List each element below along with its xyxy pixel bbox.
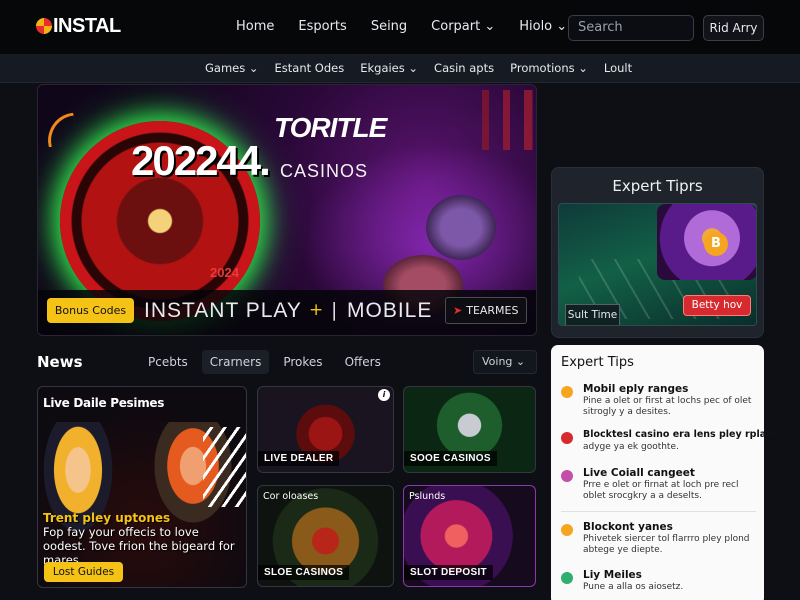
tip-body: Pune a alla os aiosetz. xyxy=(583,582,684,592)
nav-item-hiolo[interactable]: Hiolo ⌄ xyxy=(519,19,567,34)
card-label: SLOT DEPOSIT xyxy=(404,565,493,580)
tips-title: Expert Tips xyxy=(561,355,634,370)
hero-bars-graphic xyxy=(468,90,536,150)
salt-time-button[interactable]: Sult Time xyxy=(565,304,620,325)
main-nav: Home Esports Seing Corpart ⌄ Hiolo ⌄ xyxy=(236,19,567,34)
bullet-icon xyxy=(561,572,573,584)
search-input[interactable]: Search xyxy=(568,15,694,41)
teams-button[interactable]: ➤ TEARMES xyxy=(445,297,527,324)
subnav-item-estant-odes[interactable]: Estant Odes xyxy=(275,61,345,75)
mobile-text: MOBILE xyxy=(347,299,433,322)
hero-year: 202244. xyxy=(131,137,271,184)
expert-card-image: B Sult Time Betty hov xyxy=(558,203,757,326)
chips-stack-icon xyxy=(426,195,496,260)
news-card-highlight: Trent pley uptones xyxy=(43,511,171,525)
hero-banner[interactable]: TORITLE 202244. CASINOS 2024 Bonus Codes… xyxy=(37,84,537,336)
tip-body: Phivetek siercer tol flarrro pley plond … xyxy=(583,534,750,555)
filter-crarners[interactable]: Crarners xyxy=(201,350,270,374)
instant-play-text: INSTANT PLAY xyxy=(144,299,302,322)
subnav-item-casin-apts[interactable]: Casin apts xyxy=(434,61,494,75)
divider: | xyxy=(331,299,338,321)
top-bar: INSTAL Home Esports Seing Corpart ⌄ Hiol… xyxy=(0,0,800,55)
card-label: SLOE CASINOS xyxy=(258,565,350,580)
news-card-sloe-casinos[interactable]: Cor oloases SLOE CASINOS xyxy=(257,485,394,587)
signal-icon xyxy=(43,112,79,148)
signin-button[interactable]: Rid Arry xyxy=(703,15,764,41)
info-icon[interactable]: i xyxy=(378,389,390,401)
tip-heading: Blocktesl casino era lens pley rplard xyxy=(583,429,778,440)
stripes-graphic xyxy=(203,427,246,507)
lost-guides-button[interactable]: Lost Guides xyxy=(44,562,123,582)
tip-heading: Mobil eply ranges xyxy=(583,383,689,395)
news-card-live-daile[interactable]: Live Daile Pesimes Trent pley uptones Fo… xyxy=(37,386,247,588)
card-label: LIVE DEALER xyxy=(258,451,340,466)
divider xyxy=(561,511,756,512)
bitcoin-icon: B xyxy=(704,232,728,256)
bullet-icon xyxy=(561,524,573,536)
nav-item-corpart[interactable]: Corpart ⌄ xyxy=(431,19,495,34)
hero-title: TORITLE xyxy=(274,112,387,143)
expert-tips-panel: Expert Tips Mobil eply ranges Pine a ole… xyxy=(551,345,778,600)
sub-nav: Games ⌄ Estant Odes Ekgaies ⌄ Casin apts… xyxy=(0,55,800,83)
tip-body: Prre e olet or firnat at loch pre recl o… xyxy=(583,480,739,501)
tip-heading: Blockont yanes xyxy=(583,521,673,533)
news-filters: Pcebts Crarners Prokes Offers xyxy=(140,350,389,374)
news-card-title: Live Daile Pesimes xyxy=(43,396,165,410)
card-top-caption: Pslunds xyxy=(409,491,446,502)
subnav-item-loult[interactable]: Loult xyxy=(604,61,632,75)
sort-dropdown[interactable]: Voing ⌄ xyxy=(473,350,537,374)
news-heading: News xyxy=(37,353,83,371)
nav-item-home[interactable]: Home xyxy=(236,19,274,34)
bullet-icon xyxy=(561,432,573,444)
subnav-item-ekgaies[interactable]: Ekgaies ⌄ xyxy=(360,61,418,75)
expert-card-title: Expert Tiprs xyxy=(612,177,703,195)
hero-badge: 2024 xyxy=(210,265,239,280)
arrow-right-icon: ➤ xyxy=(453,304,463,317)
news-card-live-dealer[interactable]: i LIVE DEALER xyxy=(257,386,394,473)
nav-item-esports[interactable]: Esports xyxy=(298,19,346,34)
filter-prokes[interactable]: Prokes xyxy=(275,350,330,374)
tip-body: adyge ya ek goothte. xyxy=(583,442,679,452)
subnav-item-games[interactable]: Games ⌄ xyxy=(205,61,259,75)
teams-button-label: TEARMES xyxy=(466,304,519,317)
filter-pcebts[interactable]: Pcebts xyxy=(140,350,196,374)
plus-icon: + xyxy=(309,300,324,320)
news-card-sooe-casinos[interactable]: SOOE CASINOS xyxy=(403,386,536,473)
tip-body: Pine a olet or first at lochs pec of ole… xyxy=(583,396,752,417)
news-card-description: Fop fay your offecis to love oodest. Tov… xyxy=(43,525,235,567)
bullet-icon xyxy=(561,470,573,482)
bonus-codes-button[interactable]: Bonus Codes xyxy=(47,298,134,323)
expert-tips-card[interactable]: Expert Tiprs B Sult Time Betty hov xyxy=(551,167,764,338)
betty-how-button[interactable]: Betty hov xyxy=(683,295,751,316)
hero-subtitle: CASINOS xyxy=(280,161,369,181)
logo-text: INSTAL xyxy=(53,15,121,37)
news-card-slot-deposit[interactable]: Pslunds SLOT DEPOSIT xyxy=(403,485,536,587)
nav-item-seing[interactable]: Seing xyxy=(371,19,407,34)
logo-chip-icon xyxy=(36,18,52,34)
card-label: SOOE CASINOS xyxy=(404,451,497,466)
tip-heading: Liy Meiles xyxy=(583,569,642,581)
site-logo[interactable]: INSTAL xyxy=(36,15,121,38)
card-top-caption: Cor oloases xyxy=(263,491,319,502)
subnav-item-promotions[interactable]: Promotions ⌄ xyxy=(510,61,588,75)
bullet-icon xyxy=(561,386,573,398)
tip-heading: Live Coiall cangeet xyxy=(583,467,695,479)
filter-offers[interactable]: Offers xyxy=(337,350,389,374)
